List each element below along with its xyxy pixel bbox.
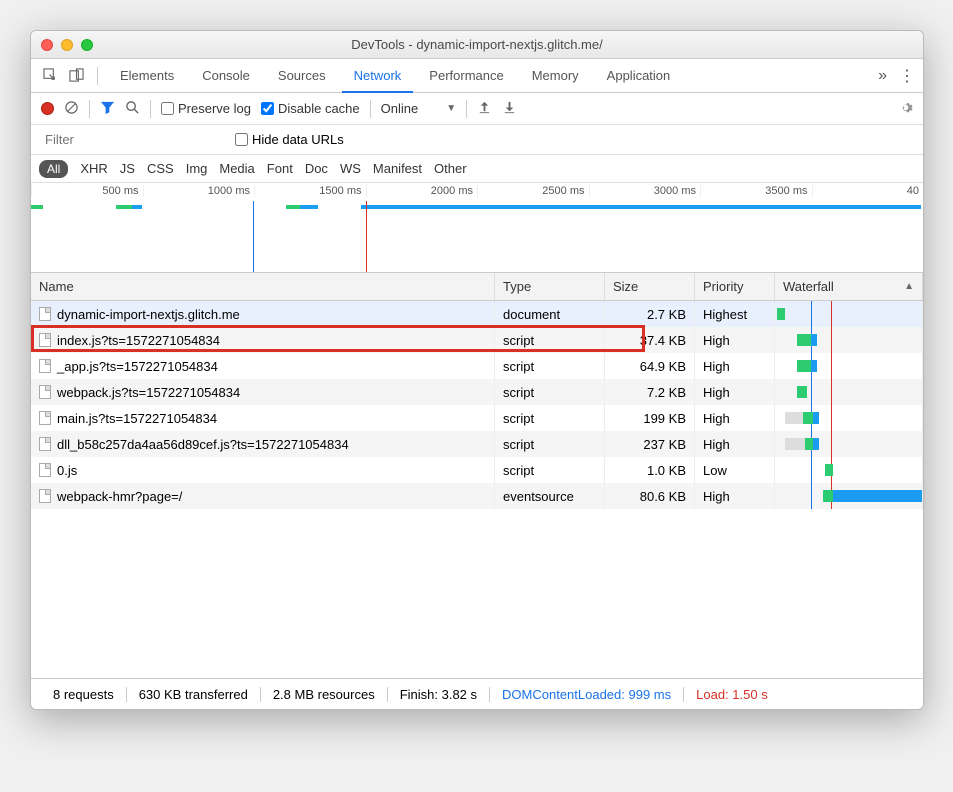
kebab-menu-icon[interactable]: ⋮ bbox=[899, 66, 915, 86]
file-icon bbox=[39, 333, 51, 347]
clear-button[interactable] bbox=[64, 100, 79, 118]
type-img[interactable]: Img bbox=[186, 161, 208, 176]
col-size[interactable]: Size bbox=[605, 273, 695, 300]
tab-sources[interactable]: Sources bbox=[266, 59, 338, 93]
timeline-overview[interactable]: 500 ms 1000 ms 1500 ms 2000 ms 2500 ms 3… bbox=[31, 183, 923, 273]
file-icon bbox=[39, 437, 51, 451]
table-row[interactable]: webpack.js?ts=1572271054834 script 7.2 K… bbox=[31, 379, 923, 405]
window-title: DevTools - dynamic-import-nextjs.glitch.… bbox=[31, 37, 923, 52]
table-row[interactable]: 0.js script 1.0 KB Low bbox=[31, 457, 923, 483]
table-row[interactable]: dynamic-import-nextjs.glitch.me document… bbox=[31, 301, 923, 327]
sort-asc-icon: ▲ bbox=[904, 281, 914, 292]
tab-performance[interactable]: Performance bbox=[417, 59, 515, 93]
close-icon[interactable] bbox=[41, 39, 53, 51]
file-icon bbox=[39, 463, 51, 477]
tab-network[interactable]: Network bbox=[342, 59, 414, 93]
upload-har-icon[interactable] bbox=[477, 100, 492, 118]
inspect-element-icon[interactable] bbox=[39, 65, 61, 87]
preserve-log-checkbox[interactable]: Preserve log bbox=[161, 101, 251, 116]
file-icon bbox=[39, 359, 51, 373]
status-resources: 2.8 MB resources bbox=[261, 687, 388, 702]
tab-memory[interactable]: Memory bbox=[520, 59, 591, 93]
col-priority[interactable]: Priority bbox=[695, 273, 775, 300]
separator bbox=[370, 100, 371, 118]
search-icon[interactable] bbox=[125, 100, 140, 118]
status-bar: 8 requests 630 KB transferred 2.8 MB res… bbox=[31, 679, 923, 709]
separator bbox=[89, 100, 90, 118]
table-row[interactable]: dll_b58c257da4aa56d89cef.js?ts=157227105… bbox=[31, 431, 923, 457]
type-all[interactable]: All bbox=[39, 160, 68, 178]
throttle-select[interactable]: Online▼ bbox=[381, 101, 456, 116]
filter-icon[interactable] bbox=[100, 100, 115, 118]
type-doc[interactable]: Doc bbox=[305, 161, 328, 176]
type-ws[interactable]: WS bbox=[340, 161, 361, 176]
status-dcl: DOMContentLoaded: 999 ms bbox=[490, 687, 684, 702]
type-font[interactable]: Font bbox=[267, 161, 293, 176]
type-js[interactable]: JS bbox=[120, 161, 135, 176]
type-css[interactable]: CSS bbox=[147, 161, 174, 176]
separator bbox=[150, 100, 151, 118]
file-icon bbox=[39, 489, 51, 503]
table-row[interactable]: webpack-hmr?page=/ eventsource 80.6 KB H… bbox=[31, 483, 923, 509]
tab-application[interactable]: Application bbox=[595, 59, 683, 93]
file-icon bbox=[39, 385, 51, 399]
maximize-icon[interactable] bbox=[81, 39, 93, 51]
type-other[interactable]: Other bbox=[434, 161, 467, 176]
tab-console[interactable]: Console bbox=[190, 59, 262, 93]
settings-icon[interactable] bbox=[898, 100, 913, 118]
status-finish: Finish: 3.82 s bbox=[388, 687, 490, 702]
empty-grid-area bbox=[31, 509, 923, 679]
devtools-window: DevTools - dynamic-import-nextjs.glitch.… bbox=[30, 30, 924, 710]
type-manifest[interactable]: Manifest bbox=[373, 161, 422, 176]
status-load: Load: 1.50 s bbox=[684, 687, 780, 702]
col-waterfall[interactable]: Waterfall▲ bbox=[775, 273, 923, 300]
type-filter-bar: All XHR JS CSS Img Media Font Doc WS Man… bbox=[31, 155, 923, 183]
minimize-icon[interactable] bbox=[61, 39, 73, 51]
download-har-icon[interactable] bbox=[502, 100, 517, 118]
table-header: Name Type Size Priority Waterfall▲ bbox=[31, 273, 923, 301]
filter-input[interactable] bbox=[39, 130, 219, 149]
traffic-lights bbox=[41, 39, 93, 51]
tab-elements[interactable]: Elements bbox=[108, 59, 186, 93]
main-tabs: Elements Console Sources Network Perform… bbox=[31, 59, 923, 93]
col-name[interactable]: Name bbox=[31, 273, 495, 300]
hide-data-urls-checkbox[interactable]: Hide data URLs bbox=[235, 132, 344, 147]
table-row[interactable]: index.js?ts=1572271054834 script 37.4 KB… bbox=[31, 327, 923, 353]
record-button[interactable] bbox=[41, 102, 54, 115]
more-tabs-icon[interactable]: » bbox=[878, 67, 887, 85]
table-row[interactable]: _app.js?ts=1572271054834 script 64.9 KB … bbox=[31, 353, 923, 379]
file-icon bbox=[39, 411, 51, 425]
request-table: dynamic-import-nextjs.glitch.me document… bbox=[31, 301, 923, 509]
type-xhr[interactable]: XHR bbox=[80, 161, 107, 176]
col-type[interactable]: Type bbox=[495, 273, 605, 300]
file-icon bbox=[39, 307, 51, 321]
separator bbox=[466, 100, 467, 118]
type-media[interactable]: Media bbox=[219, 161, 254, 176]
filter-bar: Hide data URLs bbox=[31, 125, 923, 155]
device-toolbar-icon[interactable] bbox=[65, 65, 87, 87]
network-toolbar: Preserve log Disable cache Online▼ bbox=[31, 93, 923, 125]
disable-cache-checkbox[interactable]: Disable cache bbox=[261, 101, 360, 116]
titlebar: DevTools - dynamic-import-nextjs.glitch.… bbox=[31, 31, 923, 59]
chevron-down-icon: ▼ bbox=[446, 103, 456, 114]
timeline-labels: 500 ms 1000 ms 1500 ms 2000 ms 2500 ms 3… bbox=[31, 185, 923, 197]
status-transferred: 630 KB transferred bbox=[127, 687, 261, 702]
status-requests: 8 requests bbox=[41, 687, 127, 702]
separator bbox=[97, 67, 98, 85]
table-row[interactable]: main.js?ts=1572271054834 script 199 KB H… bbox=[31, 405, 923, 431]
